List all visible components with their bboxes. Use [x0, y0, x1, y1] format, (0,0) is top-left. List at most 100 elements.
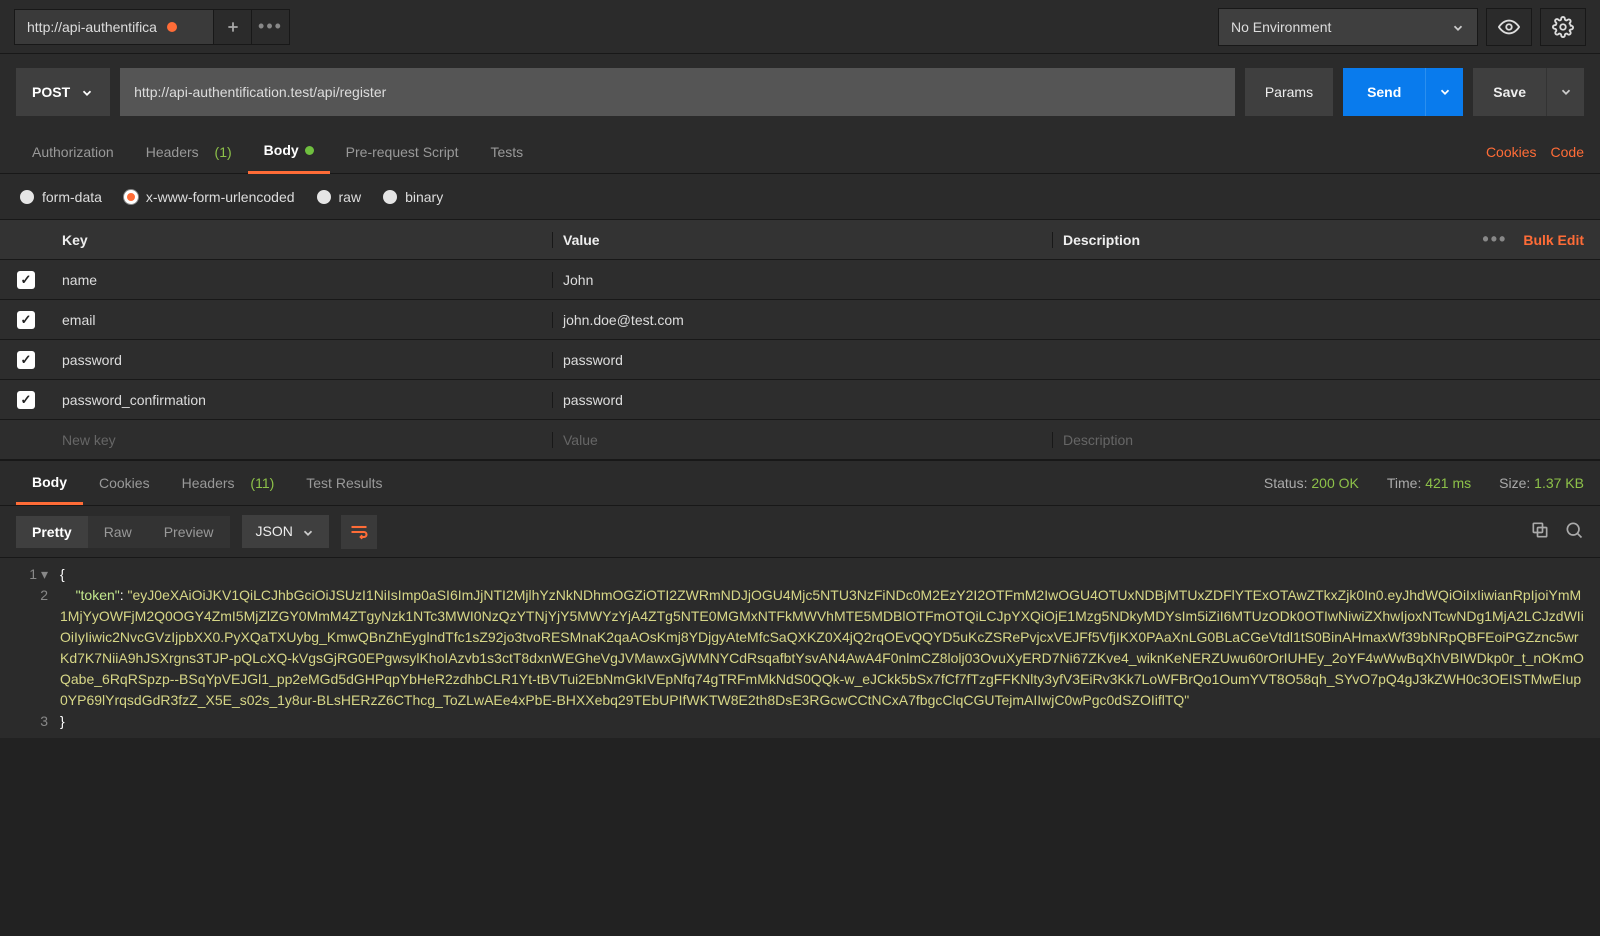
params-button[interactable]: Params — [1245, 68, 1333, 116]
send-options-button[interactable] — [1425, 68, 1463, 116]
new-description-input[interactable]: Description — [1052, 432, 1440, 448]
param-value-input[interactable]: John — [552, 272, 1052, 288]
headers-count: (11) — [250, 475, 274, 491]
time-meta: Time: 421 ms — [1387, 475, 1471, 491]
format-select[interactable]: JSON — [242, 515, 329, 547]
save-button[interactable]: Save — [1473, 68, 1546, 116]
environment-select[interactable]: No Environment — [1218, 8, 1478, 46]
table-row: ✓ name John — [0, 260, 1600, 300]
view-raw[interactable]: Raw — [88, 516, 148, 548]
unsaved-dot-icon — [167, 22, 177, 32]
param-key-input[interactable]: name — [52, 272, 552, 288]
table-row: ✓ password_confirmation password — [0, 380, 1600, 420]
row-checkbox[interactable]: ✓ — [17, 391, 35, 409]
response-tab-body[interactable]: Body — [16, 461, 83, 505]
table-row: ✓ email john.doe@test.com — [0, 300, 1600, 340]
view-pretty[interactable]: Pretty — [16, 516, 88, 548]
view-preview[interactable]: Preview — [148, 516, 230, 548]
send-button[interactable]: Send — [1343, 68, 1425, 116]
json-brace: { — [60, 566, 65, 582]
table-row-empty[interactable]: New key Value Description — [0, 420, 1600, 460]
tab-label: Cookies — [99, 475, 150, 491]
tab-headers[interactable]: Headers (1) — [130, 130, 248, 174]
search-button[interactable] — [1564, 520, 1584, 543]
tab-tests[interactable]: Tests — [474, 130, 539, 174]
tab-label: Authorization — [32, 144, 114, 160]
radio-label: raw — [339, 189, 362, 205]
column-header-description: Description — [1052, 232, 1440, 248]
tab-label: Headers — [146, 144, 199, 160]
radio-binary[interactable]: binary — [383, 189, 443, 205]
headers-count: (1) — [215, 144, 232, 160]
wrap-lines-button[interactable] — [341, 515, 377, 549]
request-url-text: http://api-authentification.test/api/reg… — [134, 84, 386, 100]
tab-label: Tests — [490, 144, 523, 160]
chevron-down-icon — [301, 523, 315, 539]
copy-button[interactable] — [1530, 520, 1550, 543]
param-value-input[interactable]: password — [552, 392, 1052, 408]
response-body-viewer: 1 ▾{ 2 "token": "eyJ0eXAiOiJKV1QiLCJhbGc… — [0, 558, 1600, 738]
row-checkbox[interactable]: ✓ — [17, 311, 35, 329]
json-key: "token" — [76, 587, 120, 603]
http-method-select[interactable]: POST — [16, 68, 110, 116]
radio-urlencoded[interactable]: x-www-form-urlencoded — [124, 189, 295, 205]
tab-options-button[interactable]: ••• — [252, 9, 290, 45]
param-key-input[interactable]: password — [52, 352, 552, 368]
radio-label: binary — [405, 189, 443, 205]
response-tab-cookies[interactable]: Cookies — [83, 461, 166, 505]
row-checkbox[interactable]: ✓ — [17, 351, 35, 369]
request-url-input[interactable]: http://api-authentification.test/api/reg… — [120, 68, 1235, 116]
view-mode-segmented: Pretty Raw Preview — [16, 516, 230, 548]
radio-icon — [20, 190, 34, 204]
column-options-button[interactable]: ••• — [1482, 229, 1507, 250]
json-value: "eyJ0eXAiOiJKV1QiLCJhbGciOiJSUzI1NiIsImp… — [60, 587, 1584, 708]
request-tab[interactable]: http://api-authentifica — [14, 9, 214, 45]
radio-label: form-data — [42, 189, 102, 205]
json-brace: } — [60, 713, 65, 729]
row-checkbox[interactable]: ✓ — [17, 271, 35, 289]
tab-title: http://api-authentifica — [27, 19, 157, 35]
save-options-button[interactable] — [1546, 68, 1584, 116]
code-link[interactable]: Code — [1551, 144, 1584, 160]
status-meta: Status: 200 OK — [1264, 475, 1359, 491]
tab-label: Body — [264, 142, 299, 158]
radio-icon — [317, 190, 331, 204]
radio-label: x-www-form-urlencoded — [146, 189, 295, 205]
dots-icon: ••• — [258, 16, 283, 37]
settings-button[interactable] — [1540, 8, 1586, 46]
environment-label: No Environment — [1231, 19, 1331, 35]
tab-authorization[interactable]: Authorization — [16, 130, 130, 174]
save-label: Save — [1493, 84, 1526, 100]
size-meta: Size: 1.37 KB — [1499, 475, 1584, 491]
radio-raw[interactable]: raw — [317, 189, 362, 205]
radio-icon — [124, 190, 138, 204]
tab-label: Headers — [182, 475, 235, 491]
active-dot-icon — [305, 146, 314, 155]
environment-preview-button[interactable] — [1486, 8, 1532, 46]
bulk-edit-link[interactable]: Bulk Edit — [1523, 232, 1584, 248]
param-value-input[interactable]: john.doe@test.com — [552, 312, 1052, 328]
tab-prerequest[interactable]: Pre-request Script — [330, 130, 475, 174]
new-key-input[interactable]: New key — [52, 432, 552, 448]
cookies-link[interactable]: Cookies — [1486, 144, 1537, 160]
tab-label: Pre-request Script — [346, 144, 459, 160]
send-label: Send — [1367, 84, 1401, 100]
column-header-value: Value — [552, 232, 1052, 248]
response-tab-headers[interactable]: Headers (11) — [166, 461, 291, 505]
radio-icon — [383, 190, 397, 204]
http-method-label: POST — [32, 84, 70, 100]
radio-form-data[interactable]: form-data — [20, 189, 102, 205]
param-key-input[interactable]: password_confirmation — [52, 392, 552, 408]
tab-label: Body — [32, 474, 67, 490]
new-tab-button[interactable] — [214, 9, 252, 45]
params-label: Params — [1265, 84, 1313, 100]
table-row: ✓ password password — [0, 340, 1600, 380]
param-key-input[interactable]: email — [52, 312, 552, 328]
tab-body[interactable]: Body — [248, 130, 330, 174]
chevron-down-icon — [1451, 18, 1465, 34]
param-value-input[interactable]: password — [552, 352, 1052, 368]
column-header-key: Key — [52, 232, 552, 248]
format-label: JSON — [256, 523, 293, 539]
new-value-input[interactable]: Value — [552, 432, 1052, 448]
response-tab-test-results[interactable]: Test Results — [290, 461, 398, 505]
